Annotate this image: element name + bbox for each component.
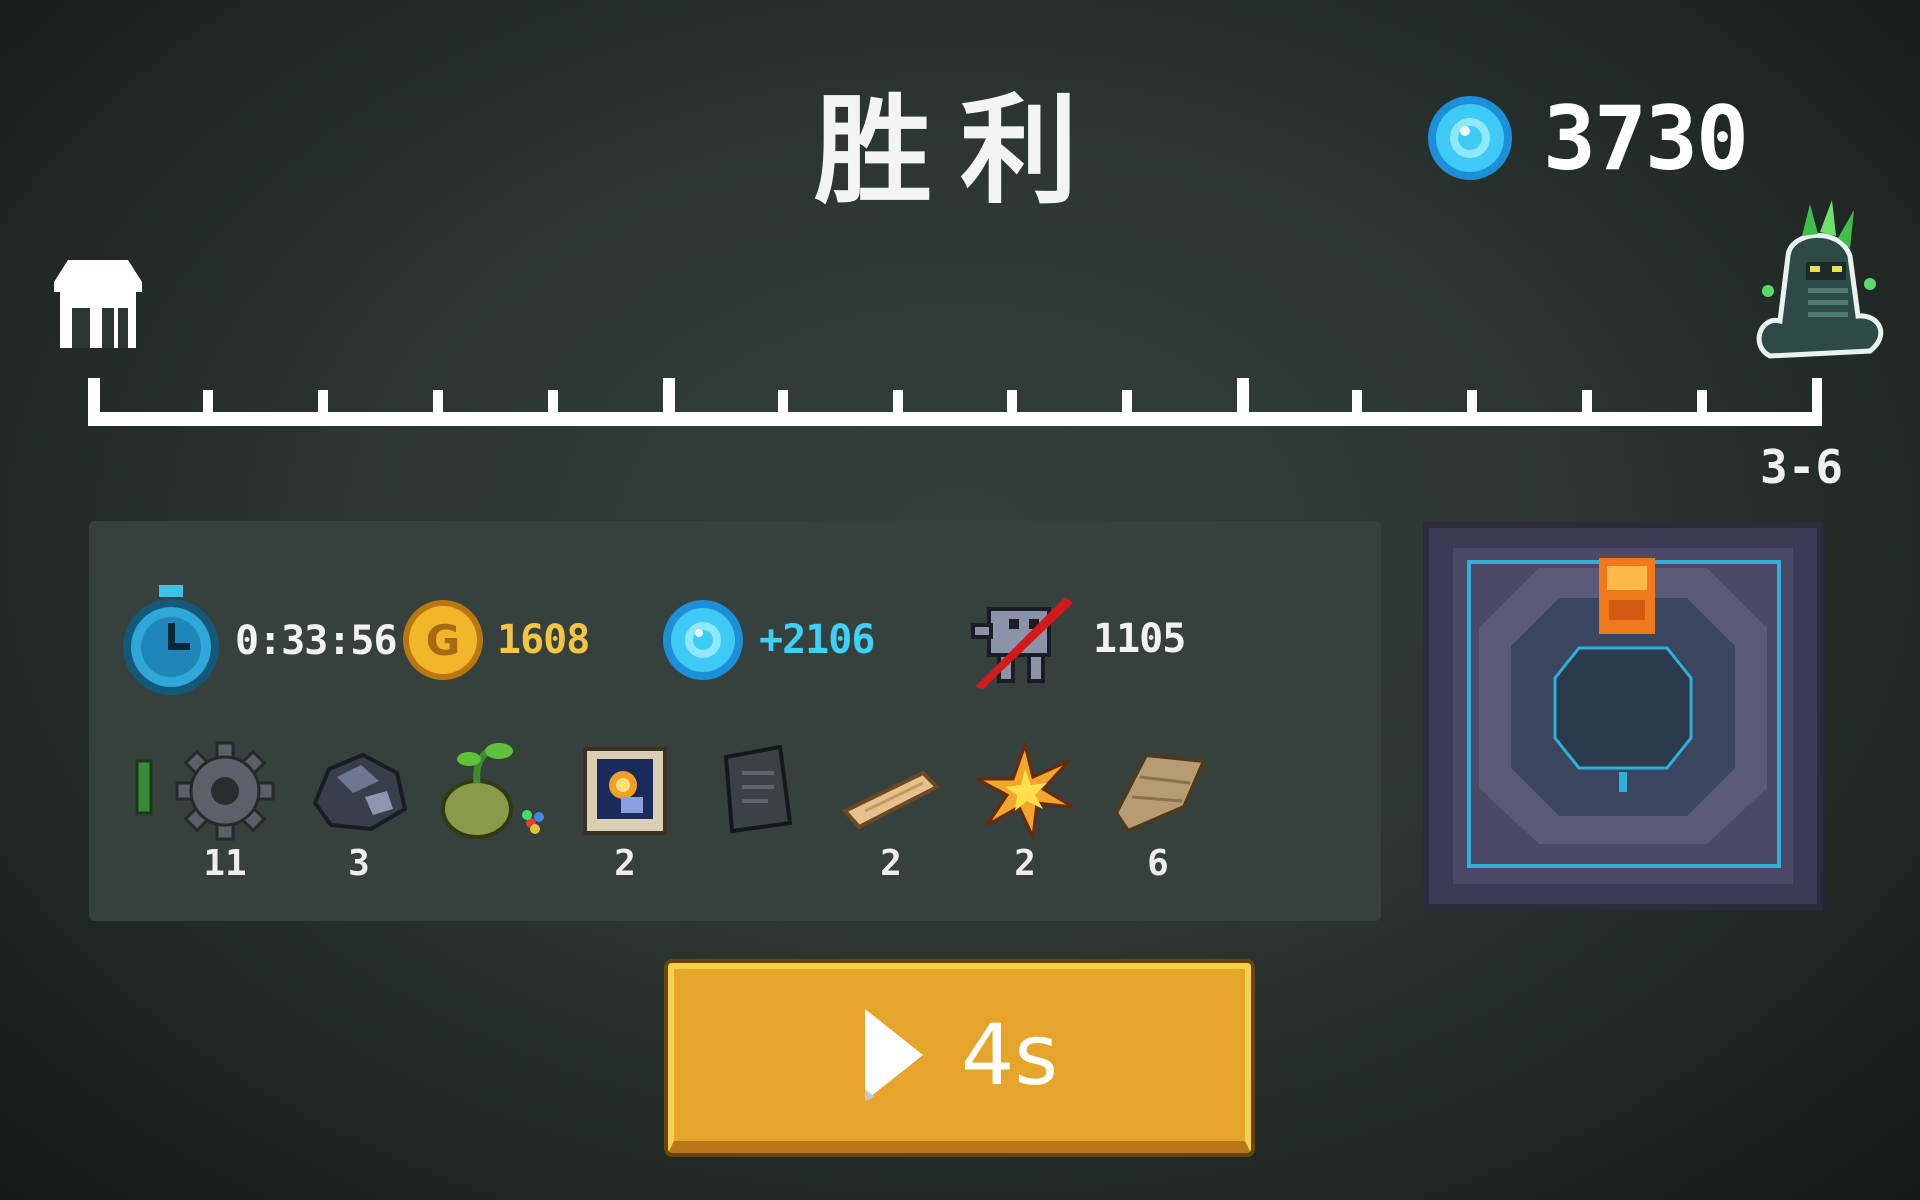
stage-label: 3-6 [1760, 440, 1844, 494]
ruler-tick [1122, 390, 1132, 418]
blue-gem-icon [1428, 96, 1512, 180]
item-count: 3 [348, 843, 370, 884]
next-room-preview [1423, 522, 1823, 910]
seed-sprout-icon [441, 743, 544, 839]
gold-coin-icon: G [403, 600, 483, 680]
gem-total-value: 3730 [1543, 86, 1749, 190]
slain-enemy-icon [971, 597, 1073, 689]
ruler-tick [1467, 390, 1477, 418]
continue-countdown: 4s [960, 1006, 1059, 1104]
ruler-tick [1007, 390, 1017, 418]
time-value: 0:33:56 [235, 618, 398, 664]
item-count: 6 [1147, 843, 1169, 884]
cloth-icon [1113, 752, 1207, 834]
boss-serpent-icon [1740, 196, 1896, 370]
gems-earned-stat: +2106 [659, 595, 875, 685]
green-bar-icon [135, 759, 153, 815]
play-icon [864, 1009, 923, 1101]
kills-stat: 1105 [969, 589, 1186, 689]
ruler-tick [433, 390, 443, 418]
kills-value: 1105 [1093, 616, 1186, 662]
ruler-tick [203, 390, 213, 418]
ruler-tick [548, 390, 558, 418]
time-stat: 0:33:56 [119, 583, 398, 699]
item-count: 2 [880, 843, 902, 884]
gold-stat: G 1608 [401, 595, 590, 685]
home-icon [50, 252, 146, 356]
ruler-tick [893, 390, 903, 418]
ruler-major-tick [663, 378, 675, 418]
gear-icon [175, 741, 275, 841]
scroll-icon [583, 747, 667, 835]
ruler-major-tick [88, 378, 100, 418]
blue-gem-icon [663, 600, 743, 680]
continue-button[interactable]: 4s [668, 963, 1251, 1153]
item-count: 2 [614, 843, 636, 884]
ruler-tick [778, 390, 788, 418]
ruler-major-tick [1812, 378, 1822, 418]
stage-progress-track [88, 378, 1822, 426]
gems-earned-value: +2106 [759, 617, 875, 663]
rewards-panel: 0:33:56 G 1608 +2106 1105 11 3 2 2 2 6 [89, 521, 1381, 921]
gold-value: 1608 [497, 617, 590, 663]
ruler-tick [318, 390, 328, 418]
item-count: 11 [203, 843, 247, 884]
ruler-major-tick [1237, 378, 1249, 418]
ore-icon [312, 752, 408, 832]
dark-tablet-icon [723, 744, 793, 834]
svg-text:G: G [426, 616, 460, 665]
ruler-tick [1352, 390, 1362, 418]
item-count: 2 [1014, 843, 1036, 884]
explosion-icon [976, 741, 1074, 841]
ruler-tick [1582, 390, 1592, 418]
ruler-tick [1697, 390, 1707, 418]
wood-plank-icon [841, 770, 941, 830]
stopwatch-icon [123, 585, 219, 695]
gem-total: 3730 [1425, 86, 1825, 190]
